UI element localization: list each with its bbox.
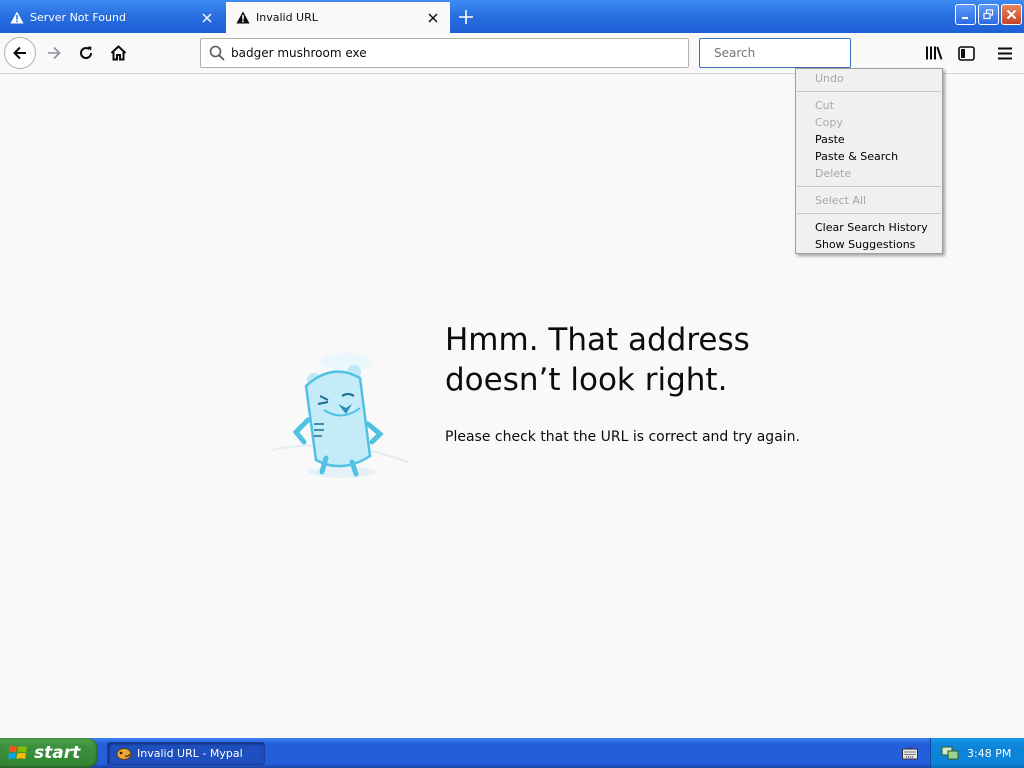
close-tab-icon[interactable] (420, 8, 446, 28)
system-tray: 3:48 PM (930, 738, 1024, 768)
sidebar-icon (957, 45, 975, 61)
restore-icon (983, 9, 994, 20)
menu-item-clear-search-history[interactable]: Clear Search History (796, 219, 942, 236)
windows-logo-icon (8, 746, 27, 759)
back-button[interactable] (4, 37, 36, 69)
library-button[interactable] (918, 37, 950, 69)
minimize-icon (961, 16, 968, 19)
warning-icon (236, 11, 250, 24)
title-bar: Server Not Found Invalid URL (0, 0, 1024, 33)
minimize-button[interactable] (955, 4, 976, 25)
taskbar-item-mypal[interactable]: Invalid URL - Mypal (107, 742, 265, 765)
tab-invalid-url[interactable]: Invalid URL (226, 2, 450, 33)
error-title-line-1: Hmm. That address (445, 322, 750, 358)
close-tab-icon[interactable] (194, 8, 220, 28)
home-button[interactable] (102, 37, 134, 69)
search-context-menu: Undo Cut Copy Paste Paste & Search Delet… (795, 68, 943, 254)
search-bar[interactable] (699, 38, 864, 68)
start-button[interactable]: start (0, 738, 98, 768)
menu-item-delete[interactable]: Delete (796, 165, 942, 182)
library-icon (926, 46, 943, 60)
forward-button[interactable] (38, 37, 70, 69)
error-title: Hmm. That address doesn’t look right. (445, 320, 805, 400)
home-icon (110, 45, 126, 61)
menu-item-paste[interactable]: Paste (796, 131, 942, 148)
menu-button[interactable] (989, 37, 1021, 69)
menu-separator (797, 213, 941, 214)
error-title-line-2: doesn’t look right. (445, 362, 728, 398)
keyboard-icon[interactable] (902, 746, 918, 760)
reload-icon (80, 46, 93, 59)
start-label: start (34, 743, 81, 763)
taskbar-item-label: Invalid URL - Mypal (137, 747, 243, 760)
url-bar[interactable] (200, 38, 689, 68)
menu-item-undo[interactable]: Undo (796, 70, 942, 87)
network-icon[interactable] (941, 745, 959, 761)
menu-item-copy[interactable]: Copy (796, 114, 942, 131)
restore-button[interactable] (978, 4, 999, 25)
menu-separator (797, 186, 941, 187)
close-window-button[interactable] (1001, 4, 1022, 25)
url-input[interactable] (231, 41, 688, 65)
taskbar: start Invalid URL - Mypal 3:48 PM (0, 738, 1024, 768)
mypal-icon (116, 747, 132, 760)
warning-icon (10, 11, 24, 24)
error-description: Please check that the URL is correct and… (445, 429, 800, 445)
back-arrow-icon (13, 46, 26, 60)
search-input[interactable] (714, 41, 864, 65)
menu-item-select-all[interactable]: Select All (796, 192, 942, 209)
menu-item-show-suggestions[interactable]: Show Suggestions (796, 236, 942, 253)
tab-server-not-found[interactable]: Server Not Found (0, 2, 224, 33)
tab-label: Invalid URL (256, 11, 318, 24)
menu-separator (797, 91, 941, 92)
menu-item-cut[interactable]: Cut (796, 97, 942, 114)
clock[interactable]: 3:48 PM (967, 747, 1011, 760)
forward-arrow-icon (48, 46, 61, 60)
new-tab-button[interactable] (452, 4, 480, 30)
search-icon (209, 45, 225, 61)
sidebar-button[interactable] (950, 37, 982, 69)
plus-icon (459, 10, 473, 24)
confused-badger-illustration (271, 353, 409, 478)
menu-item-paste-and-search[interactable]: Paste & Search (796, 148, 942, 165)
close-icon (1006, 9, 1017, 20)
tab-label: Server Not Found (30, 11, 126, 24)
hamburger-menu-icon (998, 47, 1012, 59)
reload-button[interactable] (70, 37, 102, 69)
